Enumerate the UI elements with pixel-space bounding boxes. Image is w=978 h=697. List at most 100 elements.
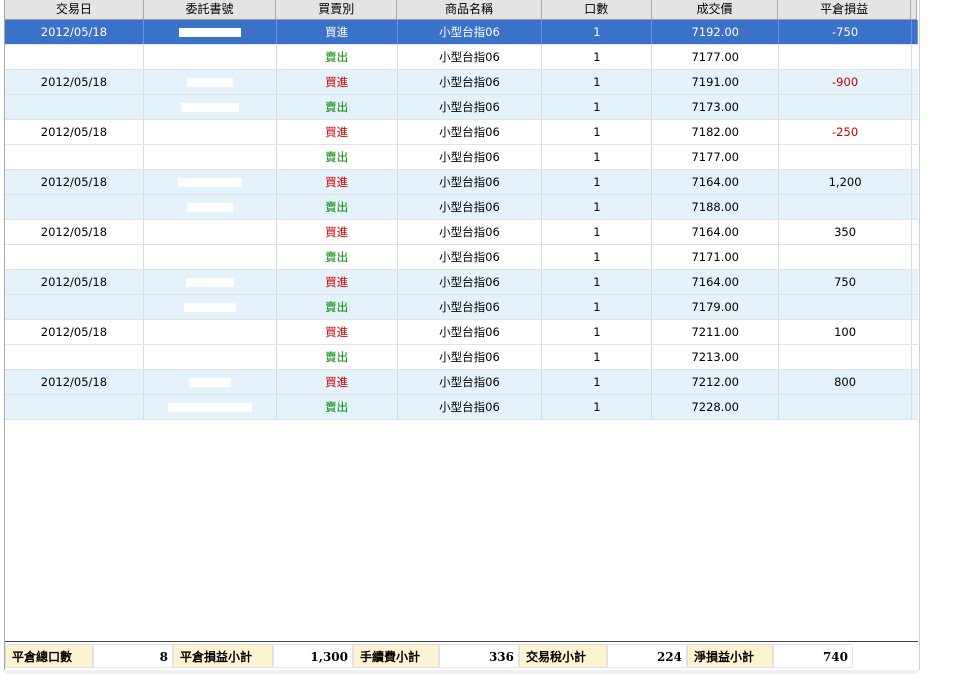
price-cell: 7213.00: [652, 345, 780, 369]
product-cell: 小型台指06: [398, 295, 543, 319]
redacted-order-no: [180, 103, 239, 112]
table-row[interactable]: 賣出 小型台指06 1 7228.00: [5, 395, 918, 420]
price-cell: 7164.00: [652, 270, 780, 294]
close-pnl-cell: [779, 345, 913, 369]
price-cell: 7212.00: [652, 370, 780, 394]
trade-date-cell: 2012/05/18: [5, 220, 144, 244]
close-qty-value: 8: [93, 644, 173, 668]
trade-date-cell: [5, 95, 144, 119]
table-row[interactable]: 2012/05/18 買進 小型台指06 1 7211.00 100: [5, 320, 918, 345]
product-cell: 小型台指06: [398, 395, 543, 419]
trade-date-cell: [5, 395, 144, 419]
redacted-order-no: [187, 328, 232, 337]
trade-date-cell: [5, 145, 144, 169]
qty-cell: 1: [542, 370, 653, 394]
order-no-cell: [144, 120, 277, 144]
column-header-close-pnl[interactable]: 平倉損益: [778, 0, 912, 19]
redacted-order-no: [186, 78, 233, 87]
qty-cell: 1: [542, 95, 653, 119]
order-no-cell: [144, 320, 277, 344]
table-row[interactable]: 賣出 小型台指06 1 7171.00: [5, 245, 918, 270]
table-row[interactable]: 2012/05/18 買進 小型台指06 1 7164.00 1,200: [5, 170, 918, 195]
product-cell: 小型台指06: [398, 320, 543, 344]
qty-cell: 1: [542, 195, 653, 219]
trade-date-cell: 2012/05/18: [5, 70, 144, 94]
order-no-cell: [144, 245, 277, 269]
table-row[interactable]: 賣出 小型台指06 1 7188.00: [5, 195, 918, 220]
net-pnl-label: 淨損益小計: [687, 644, 773, 668]
redacted-order-no: [189, 53, 230, 62]
table-row[interactable]: 2012/05/18 買進 小型台指06 1 7164.00 750: [5, 270, 918, 295]
trade-date-cell: 2012/05/18: [5, 20, 144, 44]
order-no-cell: [144, 195, 277, 219]
table-row[interactable]: 2012/05/18 買進 小型台指06 1 7191.00 -900: [5, 70, 918, 95]
redacted-order-no: [187, 228, 232, 237]
row-filler: [912, 45, 918, 69]
column-header-price[interactable]: 成交價: [652, 0, 779, 19]
qty-cell: 1: [542, 120, 653, 144]
close-pnl-cell: [779, 195, 913, 219]
table-row[interactable]: 2012/05/18 買進 小型台指06 1 7164.00 350: [5, 220, 918, 245]
row-filler: [912, 145, 918, 169]
horizontal-scrollbar[interactable]: [5, 670, 918, 674]
trade-date-cell: 2012/05/18: [5, 370, 144, 394]
order-no-cell: [144, 395, 277, 419]
pnl-subtotal-value: 1,300: [273, 644, 353, 668]
close-pnl-cell: 750: [779, 270, 913, 294]
price-cell: 7177.00: [652, 145, 780, 169]
trade-date-cell: [5, 195, 144, 219]
table-row[interactable]: 賣出 小型台指06 1 7177.00: [5, 45, 918, 70]
price-cell: 7192.00: [652, 20, 780, 44]
row-filler: [912, 95, 918, 119]
side-cell: 買進: [277, 170, 398, 194]
price-cell: 7179.00: [652, 295, 780, 319]
column-header-qty[interactable]: 口數: [542, 0, 652, 19]
close-pnl-cell: [779, 395, 913, 419]
table-row[interactable]: 2012/05/18 買進 小型台指06 1 7182.00 -250: [5, 120, 918, 145]
price-cell: 7171.00: [652, 245, 780, 269]
qty-cell: 1: [542, 395, 653, 419]
row-filler: [912, 370, 918, 394]
close-pnl-cell: 100: [779, 320, 913, 344]
table-row[interactable]: 賣出 小型台指06 1 7213.00: [5, 345, 918, 370]
product-cell: 小型台指06: [398, 45, 543, 69]
qty-cell: 1: [542, 320, 653, 344]
redacted-order-no: [186, 203, 233, 212]
order-no-cell: [144, 220, 277, 244]
order-no-cell: [144, 370, 277, 394]
redacted-order-no: [185, 278, 234, 287]
qty-cell: 1: [542, 270, 653, 294]
order-no-cell: [144, 270, 277, 294]
price-cell: 7173.00: [652, 95, 780, 119]
order-no-cell: [144, 170, 277, 194]
table-row[interactable]: 賣出 小型台指06 1 7173.00: [5, 95, 918, 120]
order-no-cell: [144, 20, 277, 44]
row-filler: [912, 395, 918, 419]
grid-header: 交易日 委託書號 買賣別 商品名稱 口數 成交價 平倉損益: [5, 0, 917, 20]
close-pnl-cell: 1,200: [779, 170, 913, 194]
qty-cell: 1: [542, 345, 653, 369]
column-header-product[interactable]: 商品名稱: [397, 0, 542, 19]
fee-subtotal-value: 336: [439, 644, 519, 668]
column-header-side[interactable]: 買賣別: [276, 0, 398, 19]
row-filler: [912, 195, 918, 219]
close-pnl-cell: [779, 295, 913, 319]
table-row[interactable]: 2012/05/18 買進 小型台指06 1 7212.00 800: [5, 370, 918, 395]
close-pnl-cell: [779, 95, 913, 119]
qty-cell: 1: [542, 45, 653, 69]
redacted-order-no: [187, 253, 232, 262]
table-row[interactable]: 2012/05/18 買進 小型台指06 1 7192.00 -750: [5, 20, 919, 45]
row-filler: [912, 270, 918, 294]
trade-date-cell: [5, 245, 144, 269]
row-filler: [912, 170, 918, 194]
row-filler: [912, 320, 918, 344]
table-row[interactable]: 賣出 小型台指06 1 7179.00: [5, 295, 918, 320]
table-row[interactable]: 賣出 小型台指06 1 7177.00: [5, 145, 918, 170]
side-cell: 賣出: [277, 295, 398, 319]
trade-date-cell: [5, 45, 144, 69]
column-header-order-no[interactable]: 委託書號: [144, 0, 277, 19]
trade-date-cell: 2012/05/18: [5, 120, 144, 144]
side-cell: 賣出: [277, 245, 398, 269]
trade-date-cell: [5, 295, 144, 319]
column-header-trade-date[interactable]: 交易日: [5, 0, 144, 19]
